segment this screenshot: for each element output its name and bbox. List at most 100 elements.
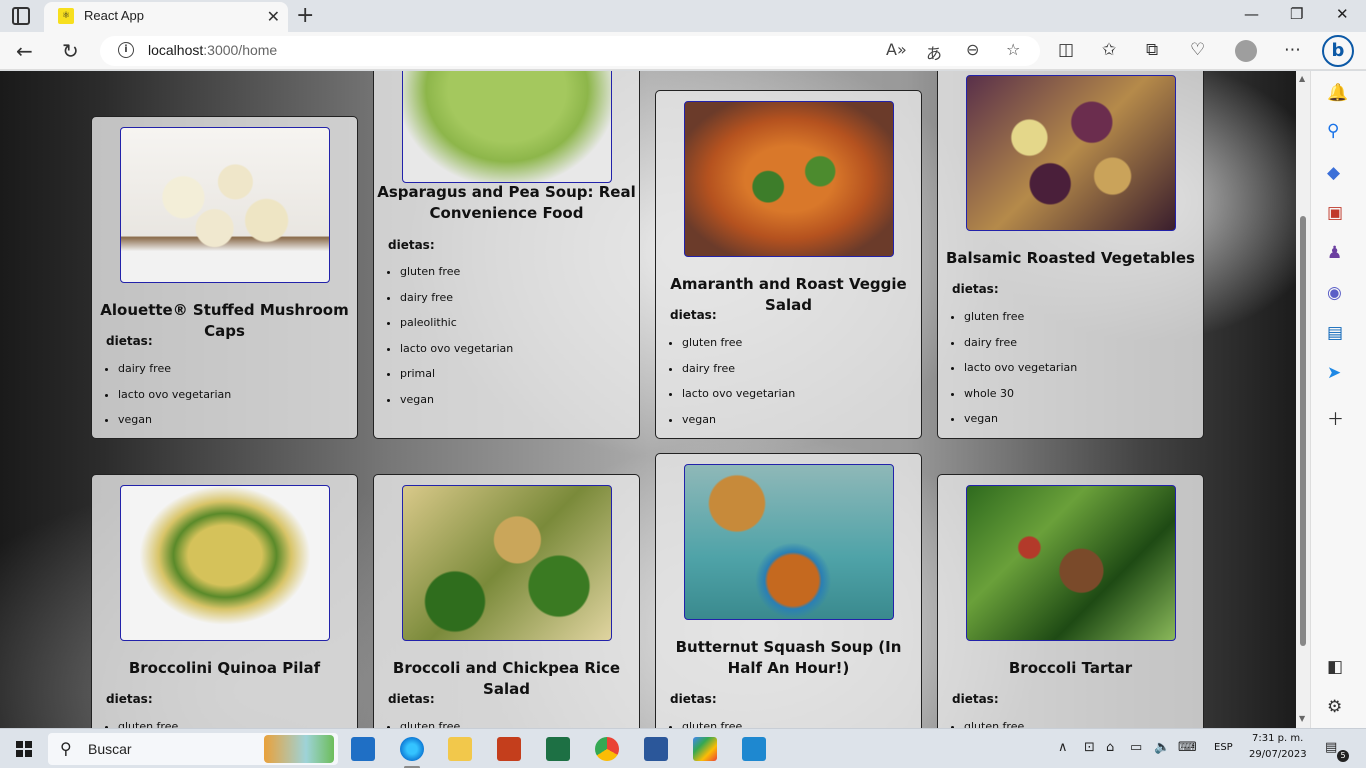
refresh-icon[interactable]: ↻ — [62, 39, 79, 63]
diet-item: lacto ovo vegetarian — [400, 342, 513, 368]
diets-label: dietas: — [670, 692, 717, 706]
tab-close-icon[interactable]: ✕ — [267, 7, 280, 26]
diet-item: gluten free — [400, 720, 460, 728]
recipe-card[interactable]: Broccoli and Chickpea Rice Salad dietas:… — [373, 474, 640, 728]
page-scrollbar[interactable]: ▲ ▼ — [1296, 71, 1310, 728]
network-icon[interactable]: ▭ — [1130, 740, 1142, 755]
recipe-card[interactable]: Asparagus and Pea Soup: Real Convenience… — [373, 71, 640, 439]
collections-icon[interactable]: ⧉ — [1146, 40, 1158, 60]
powerpoint-icon[interactable] — [497, 737, 521, 761]
profile-avatar[interactable] — [1235, 40, 1257, 62]
keyboard-icon[interactable]: ⌨ — [1178, 740, 1197, 755]
chrome-icon[interactable] — [595, 737, 619, 761]
taskbar-search[interactable]: ⚲ Buscar — [48, 733, 338, 765]
diets-label: dietas: — [388, 238, 435, 252]
diet-item: vegan — [964, 412, 1077, 438]
language-indicator[interactable]: ESP — [1214, 742, 1233, 753]
scroll-up-icon[interactable]: ▲ — [1299, 74, 1305, 83]
close-window-button[interactable]: ✕ — [1336, 5, 1349, 23]
recipe-card[interactable]: Amaranth and Roast Veggie Salad dietas: … — [655, 90, 922, 439]
edge-app-icon[interactable] — [400, 737, 424, 761]
tray-app-icon[interactable]: ⊡ — [1084, 740, 1095, 755]
git-app-icon[interactable] — [693, 737, 717, 761]
diets-label: dietas: — [952, 282, 999, 296]
diets-list: gluten free dairy free lacto ovo vegetar… — [682, 336, 795, 438]
recipe-card[interactable]: Broccolini Quinoa Pilaf dietas: gluten f… — [91, 474, 358, 728]
recipe-title: Butternut Squash Soup (In Half An Hour!) — [675, 638, 902, 677]
office-icon[interactable]: ◉ — [1327, 283, 1342, 303]
bing-icon[interactable]: b — [1322, 35, 1354, 67]
back-icon[interactable]: ← — [16, 39, 33, 63]
diets-list: gluten free — [682, 720, 742, 728]
diet-item: lacto ovo vegetarian — [118, 388, 231, 414]
diets-label: dietas: — [670, 308, 717, 322]
show-hidden-icons[interactable]: ∧ — [1058, 740, 1068, 755]
clock-time[interactable]: 7:31 p. m. — [1252, 733, 1303, 744]
diets-label: dietas: — [106, 692, 153, 706]
diet-item: gluten free — [964, 310, 1077, 336]
diet-item: gluten free — [682, 336, 795, 362]
restore-button[interactable]: ❐ — [1290, 5, 1303, 23]
notifications-bell-icon[interactable]: 🔔 — [1327, 83, 1348, 103]
diets-label: dietas: — [952, 692, 999, 706]
diet-item: whole 30 — [964, 387, 1077, 413]
recipe-image — [684, 464, 894, 620]
address-bar[interactable]: i localhost:3000/home A» あ ⊖ ☆ — [100, 36, 1040, 66]
excel-icon[interactable] — [546, 737, 570, 761]
add-icon[interactable]: ＋ — [1327, 405, 1344, 430]
react-favicon-icon: ⚛ — [58, 8, 74, 24]
diet-item: primal — [400, 367, 513, 393]
scroll-thumb[interactable] — [1300, 216, 1306, 646]
url-text[interactable]: localhost:3000/home — [148, 42, 277, 58]
recipe-card[interactable]: Broccoli Tartar dietas: gluten free — [937, 474, 1204, 728]
tools-icon[interactable]: ▣ — [1327, 203, 1343, 223]
recipe-image — [402, 71, 612, 183]
split-screen-icon[interactable]: ◫ — [1058, 40, 1074, 60]
windows-start-icon[interactable] — [16, 741, 32, 757]
diet-item: paleolithic — [400, 316, 513, 342]
tab-actions-icon[interactable] — [12, 7, 30, 25]
clock-date[interactable]: 29/07/2023 — [1249, 749, 1307, 760]
new-tab-button[interactable]: + — [296, 3, 314, 28]
sidebar-toggle-icon[interactable]: ◧ — [1327, 657, 1343, 677]
settings-gear-icon[interactable]: ⚙ — [1327, 697, 1342, 717]
diet-item: gluten free — [682, 720, 742, 728]
read-aloud-icon[interactable]: A» — [886, 40, 907, 59]
diets-label: dietas: — [388, 692, 435, 706]
word-icon[interactable] — [644, 737, 668, 761]
notification-badge: 5 — [1337, 750, 1349, 762]
tray-device-icon[interactable]: ⌂ — [1106, 740, 1114, 755]
zoom-out-icon[interactable]: ⊖ — [966, 40, 979, 59]
volume-icon[interactable]: 🔈 — [1154, 740, 1170, 755]
recipe-image — [966, 75, 1176, 231]
favorite-star-icon[interactable]: ☆ — [1006, 40, 1020, 59]
minimize-button[interactable]: — — [1244, 5, 1259, 23]
info-icon[interactable]: i — [118, 42, 134, 58]
diet-item: vegan — [682, 413, 795, 439]
more-icon[interactable]: ⋯ — [1284, 40, 1301, 60]
windows-taskbar: ⚲ Buscar ∧ ⊡ ⌂ ▭ 🔈 ⌨ ESP 7:31 p. m. 29/0… — [0, 728, 1366, 768]
recipe-card[interactable]: Balsamic Roasted Vegetables dietas: glut… — [937, 71, 1204, 439]
outlook-icon[interactable]: ▤ — [1327, 323, 1343, 343]
favorites-icon[interactable]: ✩ — [1102, 40, 1116, 60]
performance-icon[interactable]: ♡ — [1190, 40, 1205, 60]
mail-app-icon[interactable] — [351, 737, 375, 761]
diet-item: gluten free — [964, 720, 1024, 728]
recipe-card[interactable]: Butternut Squash Soup (In Half An Hour!)… — [655, 453, 922, 728]
search-icon: ⚲ — [60, 739, 72, 758]
recipe-card[interactable]: Alouette® Stuffed Mushroom Caps dietas: … — [91, 116, 358, 439]
tab-title: React App — [84, 8, 144, 23]
browser-tab[interactable]: ⚛ React App ✕ — [44, 2, 288, 32]
games-icon[interactable]: ♟ — [1327, 243, 1342, 263]
search-icon[interactable]: ⚲ — [1327, 121, 1339, 141]
send-icon[interactable]: ➤ — [1327, 363, 1341, 383]
shopping-tag-icon[interactable]: ◆ — [1327, 163, 1340, 183]
scroll-down-icon[interactable]: ▼ — [1299, 714, 1305, 723]
notification-center-icon[interactable]: ▤ — [1325, 740, 1337, 755]
diet-item: dairy free — [400, 291, 513, 317]
translate-icon[interactable]: あ — [926, 40, 942, 64]
recipe-image — [120, 127, 330, 283]
recipe-image — [120, 485, 330, 641]
file-explorer-icon[interactable] — [448, 737, 472, 761]
vscode-icon[interactable] — [742, 737, 766, 761]
